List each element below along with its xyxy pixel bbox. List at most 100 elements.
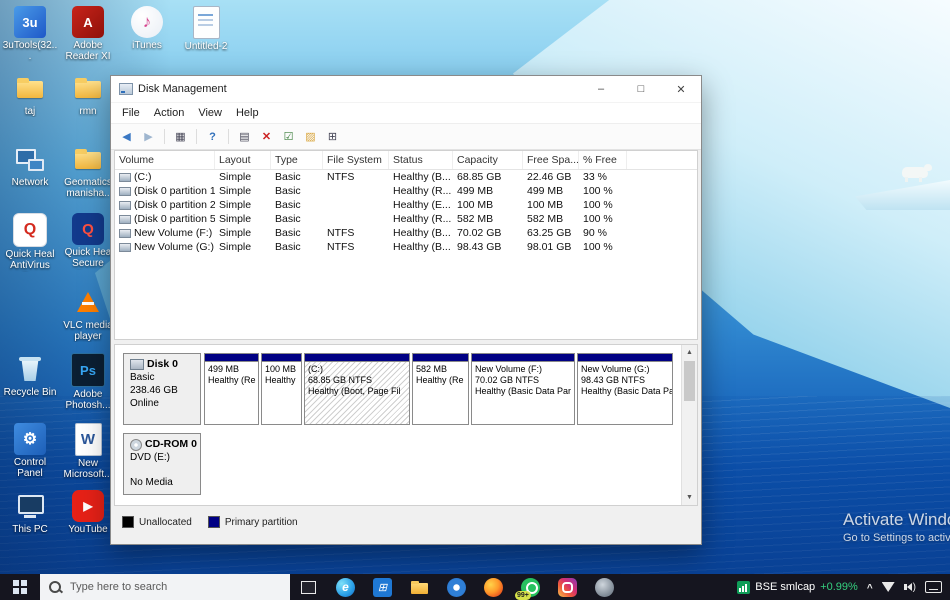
cell-layout: Simple (215, 171, 271, 183)
desktop-icon-recycle-bin[interactable]: Recycle Bin (2, 353, 58, 398)
cdrom-label[interactable]: CD-ROM 0 DVD (E:) No Media (123, 433, 201, 495)
network-icon[interactable] (882, 582, 895, 592)
disk-management-icon (119, 83, 133, 95)
show-console-tree-icon[interactable]: ▦ (171, 127, 190, 146)
desktop-icon-label: YouTube (60, 524, 116, 535)
maximize-button[interactable]: □ (621, 76, 661, 102)
menu-view[interactable]: View (191, 107, 229, 119)
desktop-icon-itunes[interactable]: ♪ iTunes (119, 6, 175, 51)
taskbar-app-instagram[interactable] (549, 574, 586, 600)
cell-pct-free: 100 % (579, 241, 627, 253)
forward-icon[interactable]: ▶ (139, 127, 158, 146)
taskbar-app-camera[interactable] (586, 574, 623, 600)
desktop-icon-label: Recycle Bin (2, 387, 58, 398)
disk-status: Online (130, 397, 194, 410)
disk-0-row: Disk 0 Basic 238.46 GB Online 499 MB Hea… (123, 353, 673, 425)
partition-582mb[interactable]: 582 MB Healthy (Re (412, 353, 469, 425)
minimize-button[interactable]: – (581, 76, 621, 102)
cell-volume: New Volume (G:) (134, 241, 214, 253)
close-button[interactable]: ✕ (661, 76, 701, 102)
vertical-scrollbar[interactable]: ▲ ▼ (681, 345, 697, 505)
desktop-icon-geomatics[interactable]: Geomatics manisha.. (60, 143, 116, 199)
partition-color-bar (205, 354, 258, 362)
scroll-down-icon[interactable]: ▼ (682, 490, 697, 505)
hidden-icons-chevron[interactable]: ^ (867, 583, 873, 594)
start-button[interactable] (0, 574, 40, 600)
menu-help[interactable]: Help (229, 107, 266, 119)
desktop-icon-3utools[interactable]: 3u 3uTools(32... (2, 6, 58, 62)
desktop-icon-quick-heal[interactable]: Q Quick Heal AntiVirus Pro (2, 213, 58, 272)
cell-free: 98.01 GB (523, 241, 579, 253)
cell-pct-free: 100 % (579, 199, 627, 211)
disk-0-label[interactable]: Disk 0 Basic 238.46 GB Online (123, 353, 201, 425)
volume-row-partition-2[interactable]: (Disk 0 partition 2) Simple Basic Health… (115, 198, 697, 212)
scroll-thumb[interactable] (684, 361, 695, 401)
mark-active-icon[interactable]: ☑ (279, 127, 298, 146)
cell-volume: (Disk 0 partition 2) (134, 199, 215, 211)
desktop-icon-vlc[interactable]: VLC media player (60, 286, 116, 342)
desktop-icon-adobe-reader[interactable]: A Adobe Reader XI (60, 6, 116, 62)
partition-499mb[interactable]: 499 MB Healthy (Re (204, 353, 259, 425)
icon-glyph: ▶ (83, 499, 92, 513)
help-icon[interactable]: ? (203, 127, 222, 146)
desktop-icon-taj[interactable]: taj (2, 72, 58, 117)
cdrom-name: CD-ROM 0 (145, 438, 197, 451)
desktop-icon-youtube[interactable]: ▶ YouTube (60, 490, 116, 535)
desktop-icon-network[interactable]: Network (2, 143, 58, 188)
stock-ticker[interactable]: BSE smlcap +0.99% (737, 581, 858, 594)
partition-name: (C:) (308, 364, 406, 375)
back-icon[interactable]: ◀ (117, 127, 136, 146)
volume-icon (119, 215, 131, 224)
search-input[interactable] (68, 580, 281, 594)
taskbar-app-store[interactable]: ⊞ (364, 574, 401, 600)
delete-volume-icon[interactable]: ✕ (257, 127, 276, 146)
taskbar-search[interactable] (40, 574, 290, 600)
menu-file[interactable]: File (115, 107, 147, 119)
partition-g[interactable]: New Volume (G:) 98.43 GB NTFS Healthy (B… (577, 353, 673, 425)
volume-row-f[interactable]: New Volume (F:) Simple Basic NTFS Health… (115, 226, 697, 240)
task-view-button[interactable] (290, 574, 327, 600)
menu-action[interactable]: Action (147, 107, 192, 119)
partition-f[interactable]: New Volume (F:) 70.02 GB NTFS Healthy (B… (471, 353, 575, 425)
taskbar-app-explorer[interactable] (401, 574, 438, 600)
desktop-icon-control-panel[interactable]: ⚙ Control Panel (2, 423, 58, 479)
file-explorer-icon (410, 578, 429, 597)
activate-line2: Go to Settings to activate (843, 532, 950, 544)
partition-100mb[interactable]: 100 MB Healthy (261, 353, 302, 425)
taskbar-app-whatsapp[interactable]: 99+ (512, 574, 549, 600)
column-header-layout[interactable]: Layout (215, 151, 271, 169)
explore-icon[interactable]: ▨ (301, 127, 320, 146)
volume-icon[interactable] (904, 582, 916, 593)
desktop-icon-quick-heal-browser[interactable]: Q Quick Hea Secure Bro... (60, 213, 116, 270)
column-header-file-system[interactable]: File System (323, 151, 389, 169)
cell-layout: Simple (215, 227, 271, 239)
desktop-icon-untitled-2[interactable]: Untitled-2 (178, 6, 234, 52)
cell-status: Healthy (R... (389, 185, 453, 197)
column-header-pct-free[interactable]: % Free (579, 151, 627, 169)
icon-glyph: Q (24, 221, 36, 239)
desktop-icon-rmn[interactable]: rmn (60, 72, 116, 117)
column-header-free-space[interactable]: Free Spa... (523, 151, 579, 169)
cell-type: Basic (271, 199, 323, 211)
touch-keyboard-icon[interactable] (925, 581, 942, 593)
desktop-icon-new-microsoft[interactable]: W New Microsoft... (60, 423, 116, 480)
desktop-icon-this-pc[interactable]: This PC (2, 490, 58, 535)
column-header-volume[interactable]: Volume (115, 151, 215, 169)
desktop-icon-label: taj (2, 106, 58, 117)
desktop-icon-photoshop[interactable]: Ps Adobe Photosh... (60, 353, 116, 411)
volume-row-c[interactable]: (C:) Simple Basic NTFS Healthy (B... 68.… (115, 170, 697, 184)
volume-row-partition-5[interactable]: (Disk 0 partition 5) Simple Basic Health… (115, 212, 697, 226)
disk-list-icon[interactable]: ▤ (235, 127, 254, 146)
properties-icon[interactable]: ⊞ (323, 127, 342, 146)
taskbar-app-edge[interactable]: e (327, 574, 364, 600)
column-header-capacity[interactable]: Capacity (453, 151, 523, 169)
column-header-status[interactable]: Status (389, 151, 453, 169)
volume-row-g[interactable]: New Volume (G:) Simple Basic NTFS Health… (115, 240, 697, 254)
column-header-type[interactable]: Type (271, 151, 323, 169)
volume-row-partition-1[interactable]: (Disk 0 partition 1) Simple Basic Health… (115, 184, 697, 198)
taskbar-app-firefox[interactable] (475, 574, 512, 600)
partition-size: 100 MB (265, 364, 298, 375)
taskbar-app-browser[interactable] (438, 574, 475, 600)
scroll-up-icon[interactable]: ▲ (682, 345, 697, 360)
partition-c[interactable]: (C:) 68.85 GB NTFS Healthy (Boot, Page F… (304, 353, 410, 425)
